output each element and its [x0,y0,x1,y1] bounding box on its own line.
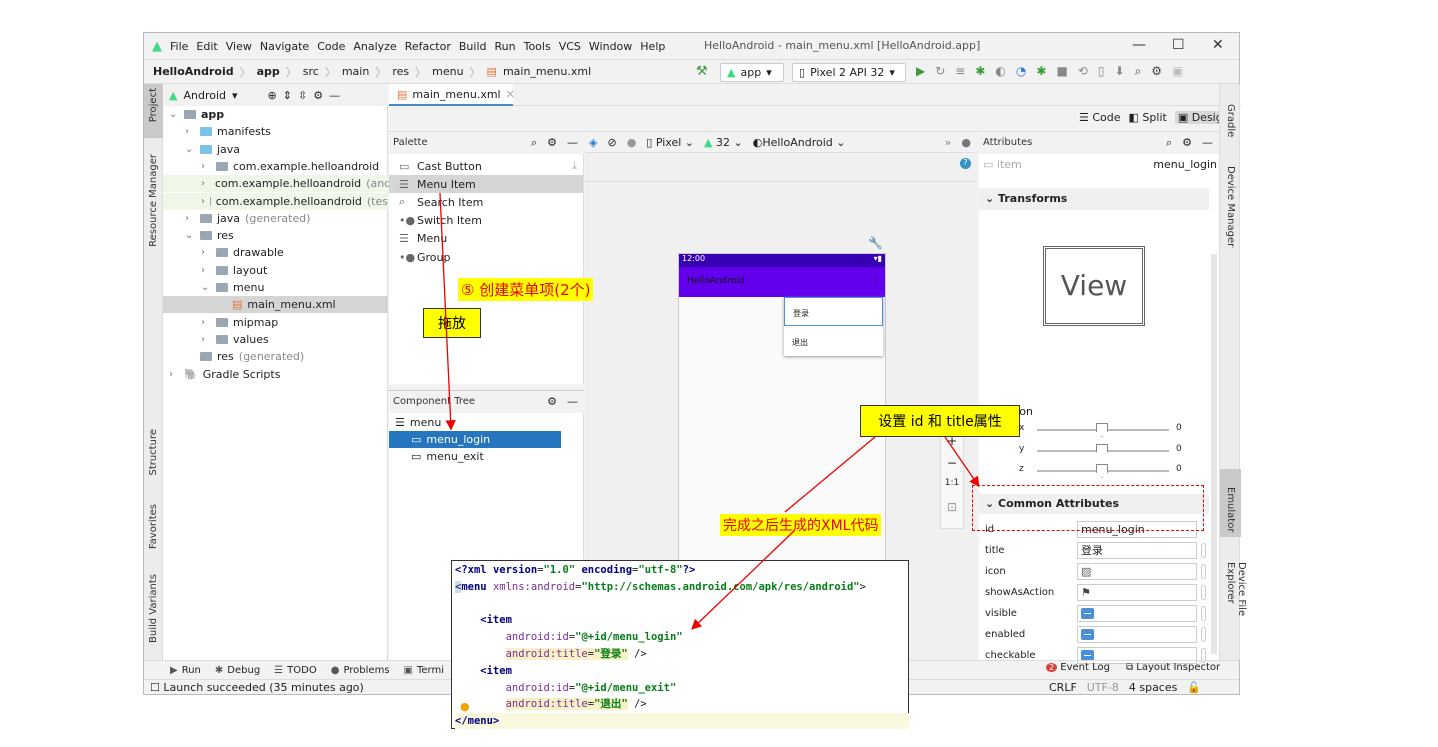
arrow-drag [439,192,456,431]
line-attrs-xml [784,436,876,513]
arrow-attrs [944,436,980,488]
annotation-arrows [439,192,980,630]
arrow-xml [691,529,796,630]
